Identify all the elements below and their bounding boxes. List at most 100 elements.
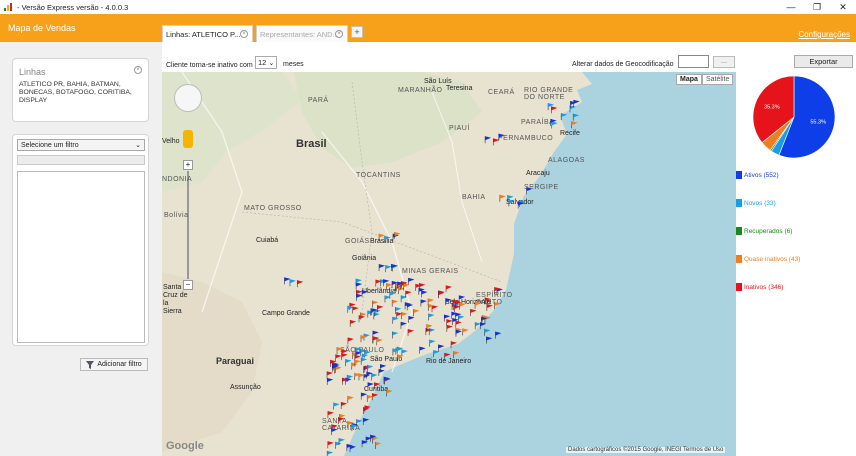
customer-pin-icon[interactable] bbox=[347, 337, 354, 345]
customer-pin-icon[interactable] bbox=[354, 359, 361, 367]
configuracoes-link[interactable]: Configurações bbox=[798, 30, 850, 39]
customer-pin-icon[interactable] bbox=[333, 402, 340, 410]
customer-pin-icon[interactable] bbox=[374, 441, 382, 449]
customer-pin-icon[interactable] bbox=[346, 374, 354, 382]
customer-pin-icon[interactable] bbox=[338, 438, 346, 446]
customer-pin-icon[interactable] bbox=[433, 350, 440, 358]
customer-pin-icon[interactable] bbox=[429, 339, 436, 347]
customer-pin-icon[interactable] bbox=[356, 419, 363, 427]
geocode-button[interactable]: ... bbox=[713, 56, 735, 68]
customer-pin-icon[interactable] bbox=[444, 352, 451, 360]
customer-pin-icon[interactable] bbox=[405, 290, 412, 298]
customer-pin-icon[interactable] bbox=[408, 277, 415, 285]
customer-pin-icon[interactable] bbox=[349, 319, 357, 327]
customer-pin-icon[interactable] bbox=[470, 309, 477, 317]
tab-linhas[interactable]: Linhas: ATLETICO P... × bbox=[162, 25, 253, 42]
export-button[interactable]: Exportar bbox=[794, 55, 853, 68]
tab-representantes[interactable]: Representantes: AND... × bbox=[256, 25, 348, 42]
customer-pin-icon[interactable] bbox=[571, 121, 578, 129]
customer-pin-icon[interactable] bbox=[347, 395, 354, 403]
customer-pin-icon[interactable] bbox=[326, 450, 334, 456]
customer-pin-icon[interactable] bbox=[386, 283, 393, 291]
customer-pin-icon[interactable] bbox=[389, 291, 396, 299]
customer-pin-icon[interactable] bbox=[453, 351, 460, 359]
customer-pin-icon[interactable] bbox=[408, 315, 415, 323]
customer-pin-icon[interactable] bbox=[392, 331, 399, 339]
minimize-button[interactable]: — bbox=[778, 0, 804, 14]
customer-pin-icon[interactable] bbox=[445, 285, 453, 293]
customer-pin-icon[interactable] bbox=[401, 312, 408, 320]
add-filter-button[interactable]: Adicionar filtro bbox=[80, 358, 148, 371]
customer-pin-icon[interactable] bbox=[508, 199, 515, 207]
customer-pin-icon[interactable] bbox=[484, 297, 492, 305]
customer-pin-icon[interactable] bbox=[474, 301, 482, 309]
customer-pin-icon[interactable] bbox=[335, 354, 342, 362]
customer-pin-icon[interactable] bbox=[391, 299, 399, 307]
customer-pin-icon[interactable] bbox=[560, 113, 568, 121]
customer-pin-icon[interactable] bbox=[326, 377, 334, 385]
customer-pin-icon[interactable] bbox=[386, 389, 393, 397]
close-tab-icon[interactable]: × bbox=[335, 30, 343, 38]
customer-pin-icon[interactable] bbox=[446, 324, 453, 332]
customer-pin-icon[interactable] bbox=[419, 346, 426, 354]
customer-pin-icon[interactable] bbox=[358, 315, 365, 323]
customer-pin-icon[interactable] bbox=[445, 298, 452, 306]
customer-pin-icon[interactable] bbox=[361, 440, 369, 448]
customer-pin-icon[interactable] bbox=[361, 290, 369, 298]
customer-pin-icon[interactable] bbox=[371, 373, 378, 381]
customer-pin-icon[interactable] bbox=[360, 357, 368, 365]
customer-pin-icon[interactable] bbox=[573, 99, 580, 107]
close-tab-icon[interactable]: × bbox=[240, 30, 248, 38]
customer-pin-icon[interactable] bbox=[335, 441, 342, 449]
customer-pin-icon[interactable] bbox=[484, 328, 491, 336]
months-select[interactable]: 12 ⌄ bbox=[255, 56, 277, 69]
customer-pin-icon[interactable] bbox=[364, 350, 371, 358]
customer-pin-icon[interactable] bbox=[401, 349, 408, 357]
customer-pin-icon[interactable] bbox=[327, 411, 334, 419]
customer-pin-icon[interactable] bbox=[421, 290, 428, 298]
customer-pin-icon[interactable] bbox=[340, 402, 348, 410]
customer-pin-icon[interactable] bbox=[400, 295, 408, 303]
customer-pin-icon[interactable] bbox=[378, 264, 386, 272]
customer-pin-icon[interactable] bbox=[458, 295, 466, 303]
customer-pin-icon[interactable] bbox=[378, 369, 385, 377]
customer-pin-icon[interactable] bbox=[450, 341, 458, 349]
customer-pin-icon[interactable] bbox=[331, 427, 338, 435]
add-tab-button[interactable]: + bbox=[351, 26, 363, 38]
customer-pin-icon[interactable] bbox=[551, 121, 558, 129]
customer-pin-icon[interactable] bbox=[360, 392, 368, 400]
customer-pin-icon[interactable] bbox=[462, 328, 469, 336]
customer-pin-icon[interactable] bbox=[484, 136, 492, 144]
customer-pin-icon[interactable] bbox=[326, 371, 334, 379]
customer-pin-icon[interactable] bbox=[499, 194, 506, 202]
customer-pin-icon[interactable] bbox=[569, 105, 577, 113]
customer-pin-icon[interactable] bbox=[495, 331, 502, 339]
customer-pin-icon[interactable] bbox=[517, 201, 525, 209]
customer-pin-icon[interactable] bbox=[526, 187, 533, 195]
customer-pin-icon[interactable] bbox=[289, 279, 296, 287]
customer-pin-icon[interactable] bbox=[351, 424, 358, 432]
customer-pin-icon[interactable] bbox=[385, 265, 392, 273]
customer-pin-icon[interactable] bbox=[341, 353, 348, 361]
customer-pin-icon[interactable] bbox=[486, 336, 493, 344]
customer-pin-icon[interactable] bbox=[492, 138, 500, 146]
customer-pin-icon[interactable] bbox=[458, 315, 465, 323]
customer-pin-icon[interactable] bbox=[367, 364, 374, 372]
customer-pin-icon[interactable] bbox=[378, 233, 386, 241]
customer-pin-icon[interactable] bbox=[362, 417, 370, 425]
customer-pin-icon[interactable] bbox=[284, 277, 291, 285]
map[interactable]: Mapa Satélite + − Brasil PARÁ MARANHÃO C… bbox=[162, 72, 736, 456]
customer-pin-icon[interactable] bbox=[296, 280, 304, 288]
filter-input[interactable] bbox=[17, 155, 145, 165]
geocode-input[interactable] bbox=[678, 55, 709, 68]
map-attribution[interactable]: Dados cartográficos ©2015 Google, INEGI … bbox=[566, 447, 726, 453]
customer-pin-icon[interactable] bbox=[345, 359, 352, 367]
customer-pin-icon[interactable] bbox=[397, 354, 404, 362]
customer-pin-icon[interactable] bbox=[400, 321, 407, 329]
customer-pin-icon[interactable] bbox=[413, 309, 420, 317]
customer-pin-icon[interactable] bbox=[376, 338, 383, 346]
customer-pin-icon[interactable] bbox=[352, 306, 359, 314]
customer-pin-icon[interactable] bbox=[384, 235, 391, 243]
customer-pin-icon[interactable] bbox=[572, 113, 580, 121]
customer-pin-icon[interactable] bbox=[455, 320, 462, 328]
